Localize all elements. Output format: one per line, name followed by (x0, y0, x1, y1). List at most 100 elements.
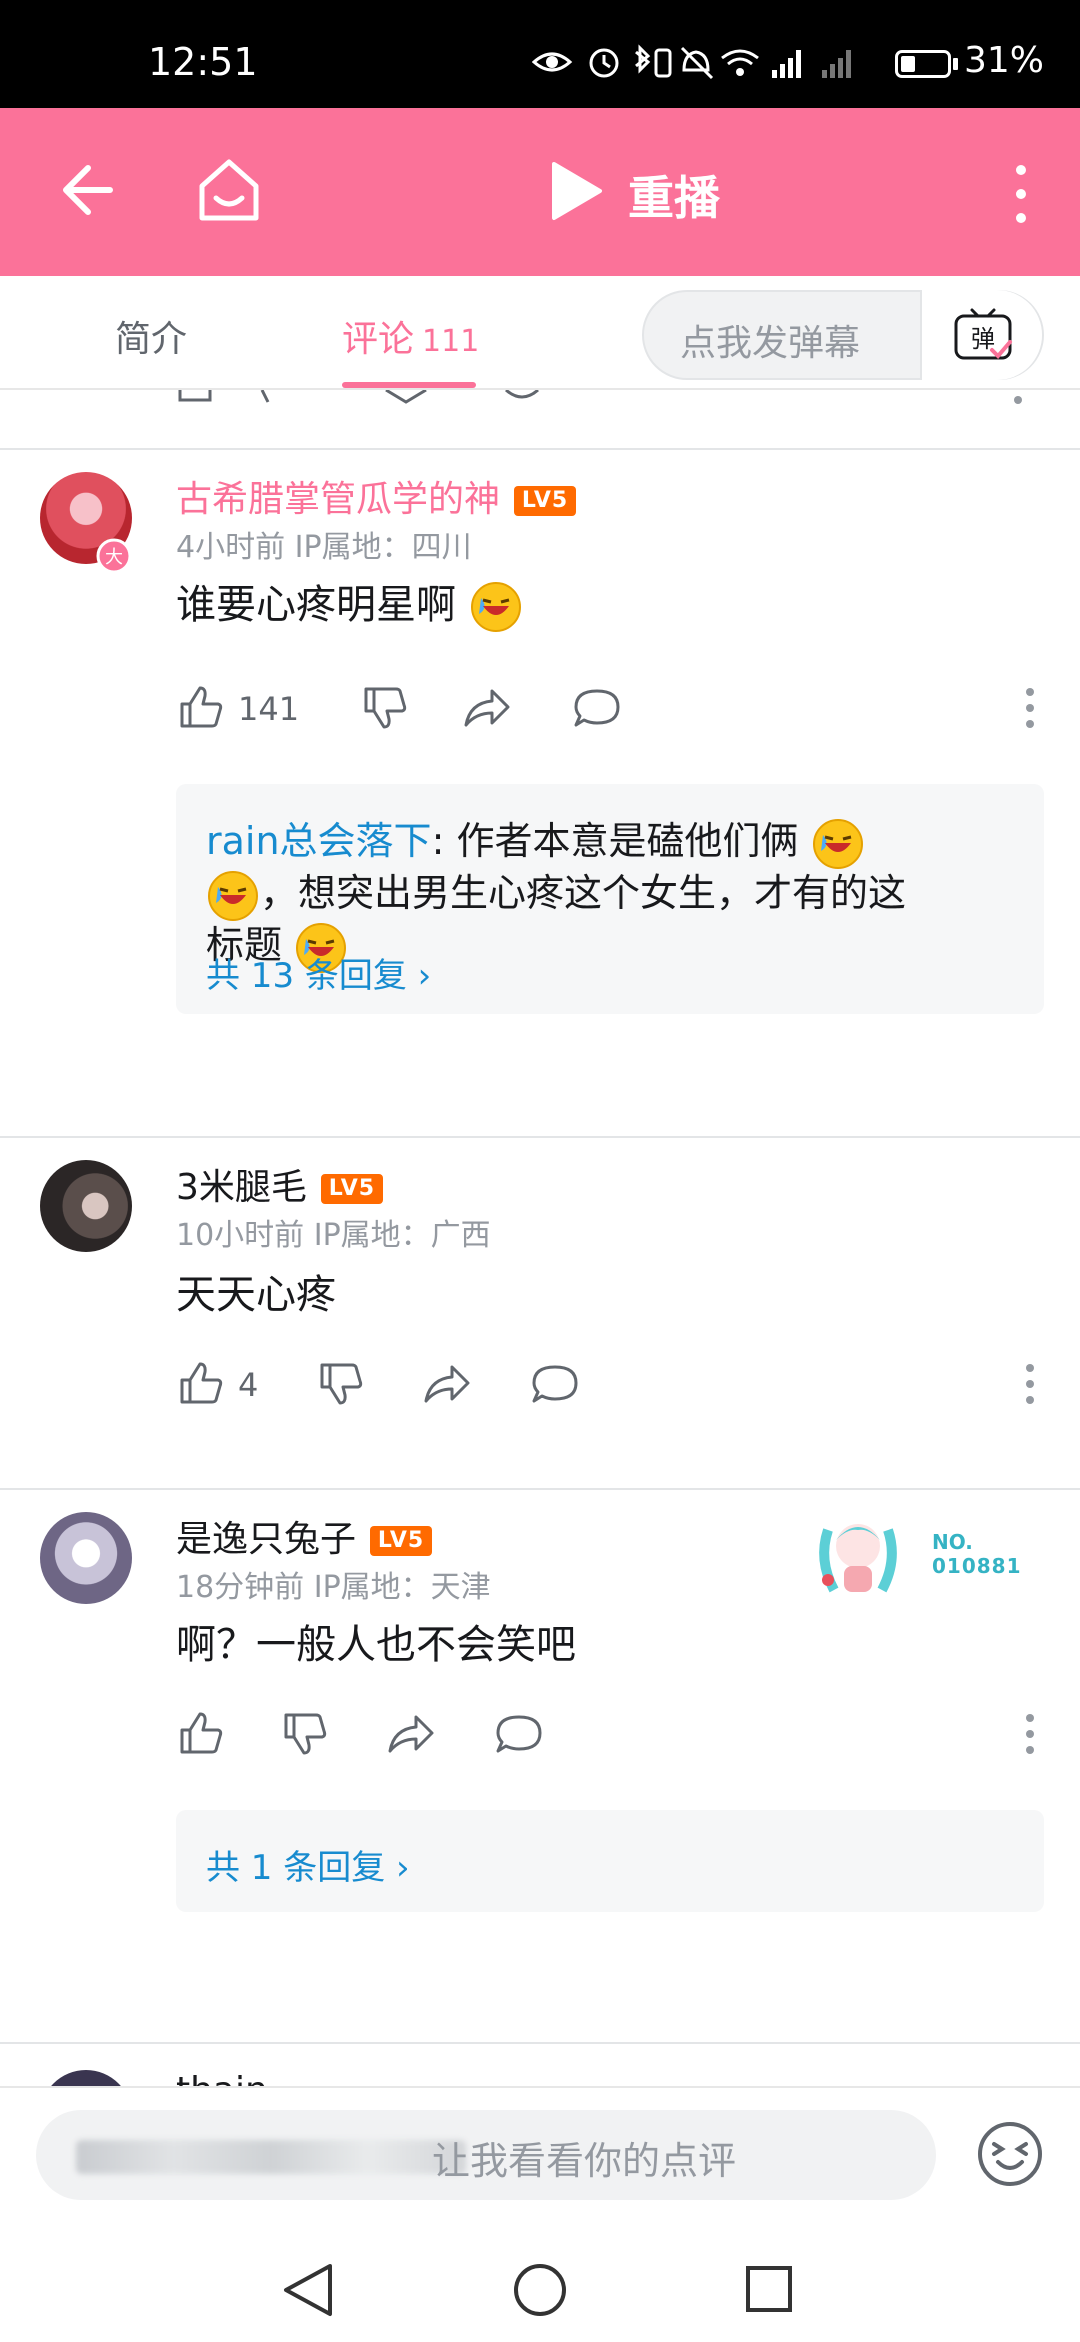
play-icon[interactable] (548, 160, 604, 222)
like-count: 4 (238, 1366, 259, 1404)
avatar[interactable] (40, 1512, 132, 1604)
comment-more-icon[interactable] (1024, 1712, 1036, 1756)
battery-percent: 31% (964, 40, 1045, 81)
comment-location: IP属地：四川 (294, 530, 472, 565)
username-text: 是逸只兔子 (176, 1519, 357, 1560)
bottom-bar: 让我看看你的点评 (0, 2086, 1080, 2342)
comment-time: 4小时前 (176, 530, 286, 565)
reply-button[interactable] (572, 682, 622, 734)
battery-tip (953, 58, 958, 70)
danmaku-icon: 弹 (954, 308, 1012, 360)
username[interactable]: 古希腊掌管瓜学的神 LV5 (176, 470, 577, 522)
previous-comment-actions-fragment (178, 390, 539, 404)
reply-text-1: 作者本意是磕他们俩 (456, 819, 799, 863)
thumbs-up-icon (180, 1712, 223, 1754)
comment-text-content: 啊？一般人也不会笑吧 (176, 1622, 576, 1668)
username[interactable]: 是逸只兔子 LV5 (176, 1510, 433, 1562)
comment-meta: 4小时前 IP属地：四川 (176, 522, 472, 566)
like-count: 141 (238, 690, 300, 728)
tab-comments-label: 评论 (342, 319, 415, 360)
view-replies-link[interactable]: 共 1 条回复 › (206, 1840, 410, 1889)
replay-title[interactable]: 重播 (628, 162, 720, 228)
nav-home-icon[interactable] (514, 2264, 566, 2316)
username-text: 3米腿毛 (176, 1167, 307, 1208)
svg-text:大: 大 (105, 547, 123, 568)
username[interactable]: 3米腿毛 LV5 (176, 1158, 383, 1210)
status-icons (532, 44, 851, 80)
laugh-cry-emoji-icon (470, 582, 521, 632)
vip-badge-icon: 大 (96, 538, 132, 574)
comment-text[interactable]: 啊？一般人也不会笑吧 (176, 1612, 576, 1670)
status-bar: 12:51 31% (0, 0, 1080, 108)
like-button[interactable]: 141 (176, 682, 300, 734)
dislike-button[interactable] (280, 1708, 330, 1760)
battery-icon (895, 50, 951, 78)
danmaku-toggle-button[interactable]: 弹 (920, 290, 1042, 380)
dislike-button[interactable] (360, 682, 410, 734)
comment-more-icon[interactable] (1024, 686, 1036, 730)
reply-preview-box[interactable]: 共 1 条回复 › (176, 1810, 1044, 1912)
comment-actions (176, 1708, 1036, 1760)
comment-text-content: 天天心疼 (176, 1272, 336, 1318)
comment-input-placeholder: 让我看看你的点评 (432, 2139, 737, 2183)
comment-meta: 10小时前 IP属地：广西 (176, 1210, 491, 1254)
comment-text[interactable]: 天天心疼 (176, 1262, 336, 1320)
thumbs-up-icon (180, 686, 223, 728)
comment-input[interactable]: 让我看看你的点评 (36, 2110, 936, 2200)
avatar[interactable] (40, 1160, 132, 1252)
comment-list[interactable]: 大 古希腊掌管瓜学的神 LV5 4小时前 IP属地：四川 谁要心疼明星啊 141 … (0, 390, 1080, 2086)
divider (0, 2042, 1080, 2044)
comment-location: IP属地：天津 (313, 1570, 491, 1605)
back-arrow-icon[interactable] (48, 154, 120, 226)
comment-text-content: 谁要心疼明星啊 (176, 582, 456, 628)
comment-count: 111 (422, 324, 480, 359)
reply-username[interactable]: rain总会落下 (206, 819, 432, 863)
fan-badge-no: NO. (932, 1530, 973, 1554)
tab-comments[interactable]: 评论 111 (342, 310, 479, 362)
danmaku-input[interactable]: 点我发弹幕 弹 (642, 290, 1044, 380)
fan-badge-number: 010881 (932, 1554, 1022, 1578)
emoji-picker-icon[interactable] (976, 2120, 1044, 2188)
previous-kebab-fragment (1014, 396, 1022, 404)
comment-item: 是逸只兔子 LV5 NO. 010881 18分钟前 IP属地：天津 啊？一般人也… (0, 1490, 1080, 2030)
next-username[interactable]: thain (176, 2070, 268, 2086)
next-username-text: thain (176, 2070, 268, 2086)
fan-badge-character-icon (819, 1524, 897, 1593)
username-text: 古希腊掌管瓜学的神 (176, 479, 501, 520)
video-header: 重播 (0, 108, 1080, 276)
thumbs-up-icon (180, 1362, 223, 1404)
comment-item: 大 古希腊掌管瓜学的神 LV5 4小时前 IP属地：四川 谁要心疼明星啊 141 … (0, 450, 1080, 1134)
level-badge: LV5 (320, 1174, 383, 1204)
like-button[interactable] (176, 1708, 236, 1760)
more-options-icon[interactable] (1006, 162, 1036, 226)
system-nav-bar (284, 2264, 792, 2316)
share-button[interactable] (422, 1358, 472, 1410)
comment-location: IP属地：广西 (313, 1218, 491, 1253)
comment-meta: 18分钟前 IP属地：天津 (176, 1562, 491, 1606)
view-replies-link[interactable]: 共 13 条回复 › (206, 948, 431, 997)
avatar[interactable] (40, 2070, 132, 2086)
comment-time: 10小时前 (176, 1218, 305, 1253)
level-badge: LV5 (370, 1526, 433, 1556)
share-button[interactable] (462, 682, 512, 734)
reply-button[interactable] (530, 1358, 580, 1410)
level-badge: LV5 (514, 486, 577, 516)
comment-time: 18分钟前 (176, 1570, 305, 1605)
active-tab-indicator (342, 382, 476, 388)
home-icon[interactable] (190, 152, 268, 230)
fan-badge[interactable]: NO. 010881 (808, 1500, 1048, 1600)
tab-intro-label: 简介 (115, 319, 188, 360)
dislike-button[interactable] (316, 1358, 366, 1410)
nav-recents-icon[interactable] (746, 2266, 792, 2312)
danmaku-placeholder: 点我发弹幕 (680, 323, 861, 364)
comment-more-icon[interactable] (1024, 1362, 1036, 1406)
comment-text[interactable]: 谁要心疼明星啊 (176, 572, 523, 634)
tab-intro[interactable]: 简介 (115, 310, 187, 362)
like-button[interactable]: 4 (176, 1358, 276, 1410)
blurred-text (76, 2140, 466, 2174)
reply-colon: : (431, 819, 457, 863)
share-button[interactable] (386, 1708, 436, 1760)
nav-back-icon[interactable] (284, 2264, 332, 2316)
reply-text-2: ，想突出男生心疼这个女生，才有的这 (260, 871, 907, 915)
reply-button[interactable] (494, 1708, 544, 1760)
